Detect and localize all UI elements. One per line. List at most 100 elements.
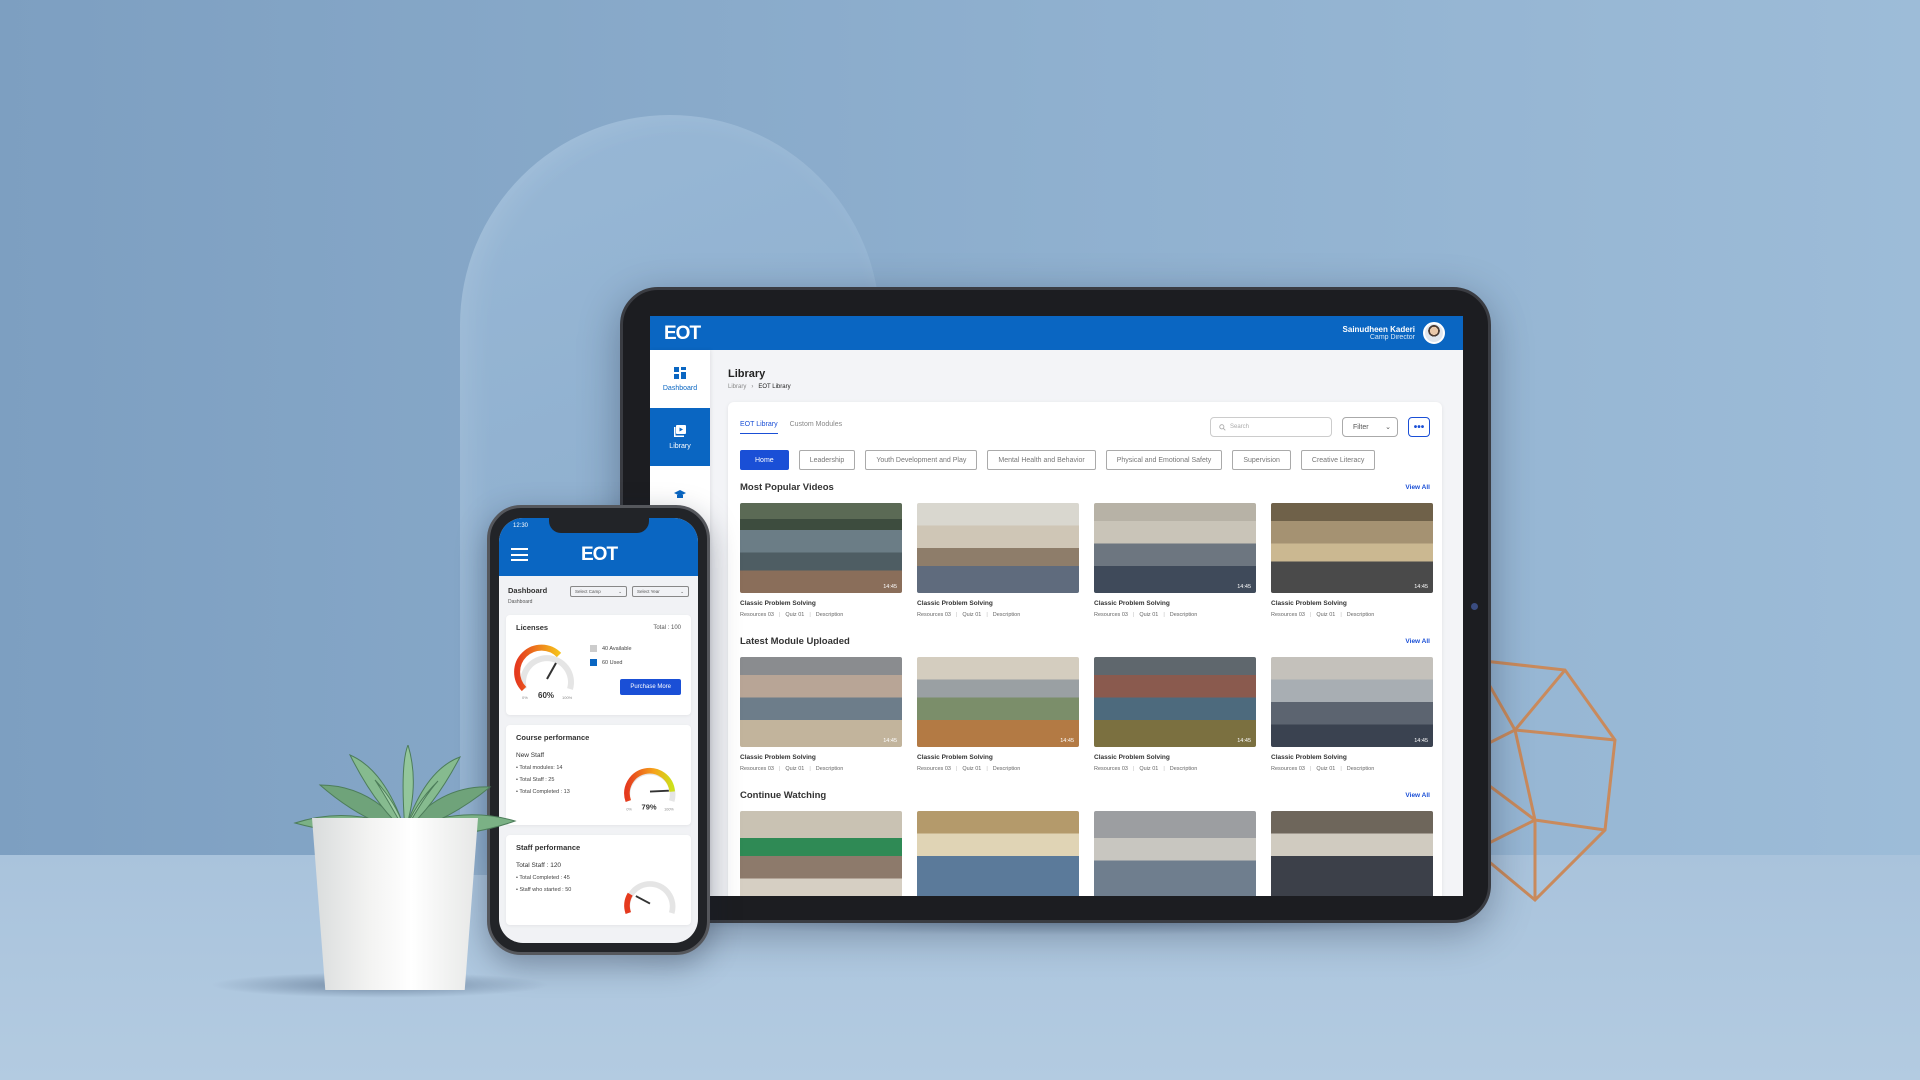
chip-home[interactable]: Home [740, 450, 789, 470]
video-card[interactable]: 14:45 Classic Problem Solving Resources … [1094, 657, 1256, 772]
video-thumbnail[interactable] [917, 811, 1079, 896]
video-card[interactable] [1271, 811, 1433, 896]
more-button[interactable]: ••• [1408, 417, 1430, 437]
video-card[interactable]: 14:45 Classic Problem Solving Resources … [1271, 503, 1433, 618]
video-thumbnail[interactable] [917, 503, 1079, 593]
filter-dropdown[interactable]: Filter ⌄ [1342, 417, 1398, 437]
video-quiz[interactable]: Quiz 01 [1316, 766, 1335, 772]
hamburger-menu-icon[interactable] [511, 548, 528, 561]
user-menu[interactable]: Sainudheen Kaderi Camp Director [1343, 322, 1445, 344]
video-thumbnail[interactable]: 14:45 [1271, 503, 1433, 593]
video-quiz[interactable]: Quiz 01 [962, 612, 981, 618]
nav-item-library[interactable]: Library [650, 408, 710, 466]
video-title: Classic Problem Solving [740, 754, 816, 761]
video-thumbnail[interactable] [1094, 811, 1256, 896]
video-card[interactable] [917, 811, 1079, 896]
video-resources[interactable]: Resources 03 [1271, 766, 1305, 772]
eot-logo[interactable]: EOT [664, 324, 701, 343]
chip-mental-health[interactable]: Mental Health and Behavior [987, 450, 1096, 470]
video-quiz[interactable]: Quiz 01 [1139, 766, 1158, 772]
breadcrumb-item[interactable]: Library [728, 384, 746, 390]
video-resources[interactable]: Resources 03 [1094, 766, 1128, 772]
search-input[interactable]: Search [1210, 417, 1332, 437]
chip-supervision[interactable]: Supervision [1232, 450, 1291, 470]
status-time: 12:30 [513, 523, 529, 529]
video-resources[interactable]: Resources 03 [917, 612, 951, 618]
nav-label: Library [669, 443, 691, 450]
chevron-down-icon: ⌄ [680, 588, 684, 594]
video-thumbnail[interactable]: 14:45 [917, 657, 1079, 747]
video-description[interactable]: Description [816, 766, 844, 772]
section-most-popular: Most Popular Videos View All 14:45 Class… [740, 482, 1433, 618]
breadcrumb: Library › EOT Library [728, 384, 1445, 390]
video-description[interactable]: Description [1170, 766, 1198, 772]
chip-leadership[interactable]: Leadership [798, 450, 856, 470]
video-resources[interactable]: Resources 03 [740, 766, 774, 772]
video-quiz[interactable]: Quiz 01 [1316, 612, 1335, 618]
video-resources[interactable]: Resources 03 [1094, 612, 1128, 618]
video-quiz[interactable]: Quiz 01 [962, 766, 981, 772]
eot-logo[interactable]: EOT [581, 544, 618, 566]
course-performance-card: Course performance New Staff Total modul… [506, 725, 691, 825]
view-all-link[interactable]: View All [1405, 792, 1430, 799]
video-quiz[interactable]: Quiz 01 [785, 612, 804, 618]
section-title: Continue Watching [740, 790, 827, 801]
video-quiz[interactable]: Quiz 01 [1139, 612, 1158, 618]
video-description[interactable]: Description [993, 766, 1021, 772]
section-latest-modules: Latest Module Uploaded View All 14:45 Cl… [740, 636, 1433, 772]
video-resources[interactable]: Resources 03 [1271, 612, 1305, 618]
legend-available: 40 Available [602, 645, 632, 652]
video-title: Classic Problem Solving [1094, 754, 1170, 761]
video-thumbnail[interactable]: 14:45 [1271, 657, 1433, 747]
video-description[interactable]: Description [1170, 612, 1198, 618]
staff-performance-card: Staff performance Total Staff : 120 Tota… [506, 835, 691, 925]
gauge-max-label: 100% [664, 807, 674, 811]
phone-notch [549, 518, 649, 533]
video-thumbnail[interactable] [1271, 811, 1433, 896]
video-card[interactable] [1094, 811, 1256, 896]
video-card[interactable]: 14:45 Classic Problem Solving Resources … [740, 503, 902, 618]
video-card[interactable]: 14:45 Classic Problem Solving Resources … [740, 657, 902, 772]
video-thumbnail[interactable]: 14:45 [1094, 657, 1256, 747]
video-thumbnail[interactable]: 14:45 [1094, 503, 1256, 593]
phone-dashboard: Dashboard Dashboard Select Camp ⌄ Select … [499, 576, 698, 935]
gauge-min-label: 0% [522, 695, 528, 700]
chip-creative-literacy[interactable]: Creative Literacy [1300, 450, 1376, 470]
video-description[interactable]: Description [993, 612, 1021, 618]
video-description[interactable]: Description [1347, 612, 1375, 618]
view-all-link[interactable]: View All [1405, 484, 1430, 491]
purchase-more-button[interactable]: Purchase More [620, 679, 681, 695]
grid-icon [674, 367, 686, 379]
video-thumbnail[interactable]: 14:45 [740, 503, 902, 593]
video-resources[interactable]: Resources 03 [917, 766, 951, 772]
video-card[interactable] [740, 811, 902, 896]
chevron-right-icon: › [751, 384, 754, 390]
legend-swatch [590, 645, 597, 652]
chip-physical-safety[interactable]: Physical and Emotional Safety [1105, 450, 1223, 470]
legend-swatch [590, 659, 597, 666]
nav-label: Dashboard [662, 385, 698, 392]
nav-item-dashboard[interactable]: Dashboard [650, 350, 710, 408]
video-duration: 14:45 [1237, 738, 1251, 744]
video-thumbnail[interactable] [740, 811, 902, 896]
video-description[interactable]: Description [1347, 766, 1375, 772]
video-card[interactable]: 14:45 Classic Problem Solving Resources … [1094, 503, 1256, 618]
video-card[interactable]: Classic Problem Solving Resources 03 | Qui… [917, 503, 1079, 618]
video-description[interactable]: Description [816, 612, 844, 618]
video-thumbnail[interactable]: 14:45 [740, 657, 902, 747]
view-all-link[interactable]: View All [1405, 638, 1430, 645]
avatar[interactable] [1423, 322, 1445, 344]
select-camp-dropdown[interactable]: Select Camp ⌄ [570, 586, 627, 597]
video-card[interactable]: 14:45 Classic Problem Solving Resources … [1271, 657, 1433, 772]
tab-custom-modules[interactable]: Custom Modules [790, 421, 843, 434]
section-title: Latest Module Uploaded [740, 636, 850, 647]
licenses-total: Total : 100 [653, 625, 681, 631]
video-resources[interactable]: Resources 03 [740, 612, 774, 618]
chip-youth-development[interactable]: Youth Development and Play [865, 450, 978, 470]
video-card[interactable]: 14:45 Classic Problem Solving Resources … [917, 657, 1079, 772]
tab-eot-library[interactable]: EOT Library [740, 421, 778, 434]
search-icon [1219, 423, 1226, 431]
video-quiz[interactable]: Quiz 01 [785, 766, 804, 772]
section-title: Most Popular Videos [740, 482, 834, 493]
select-year-dropdown[interactable]: Select Year ⌄ [632, 586, 689, 597]
